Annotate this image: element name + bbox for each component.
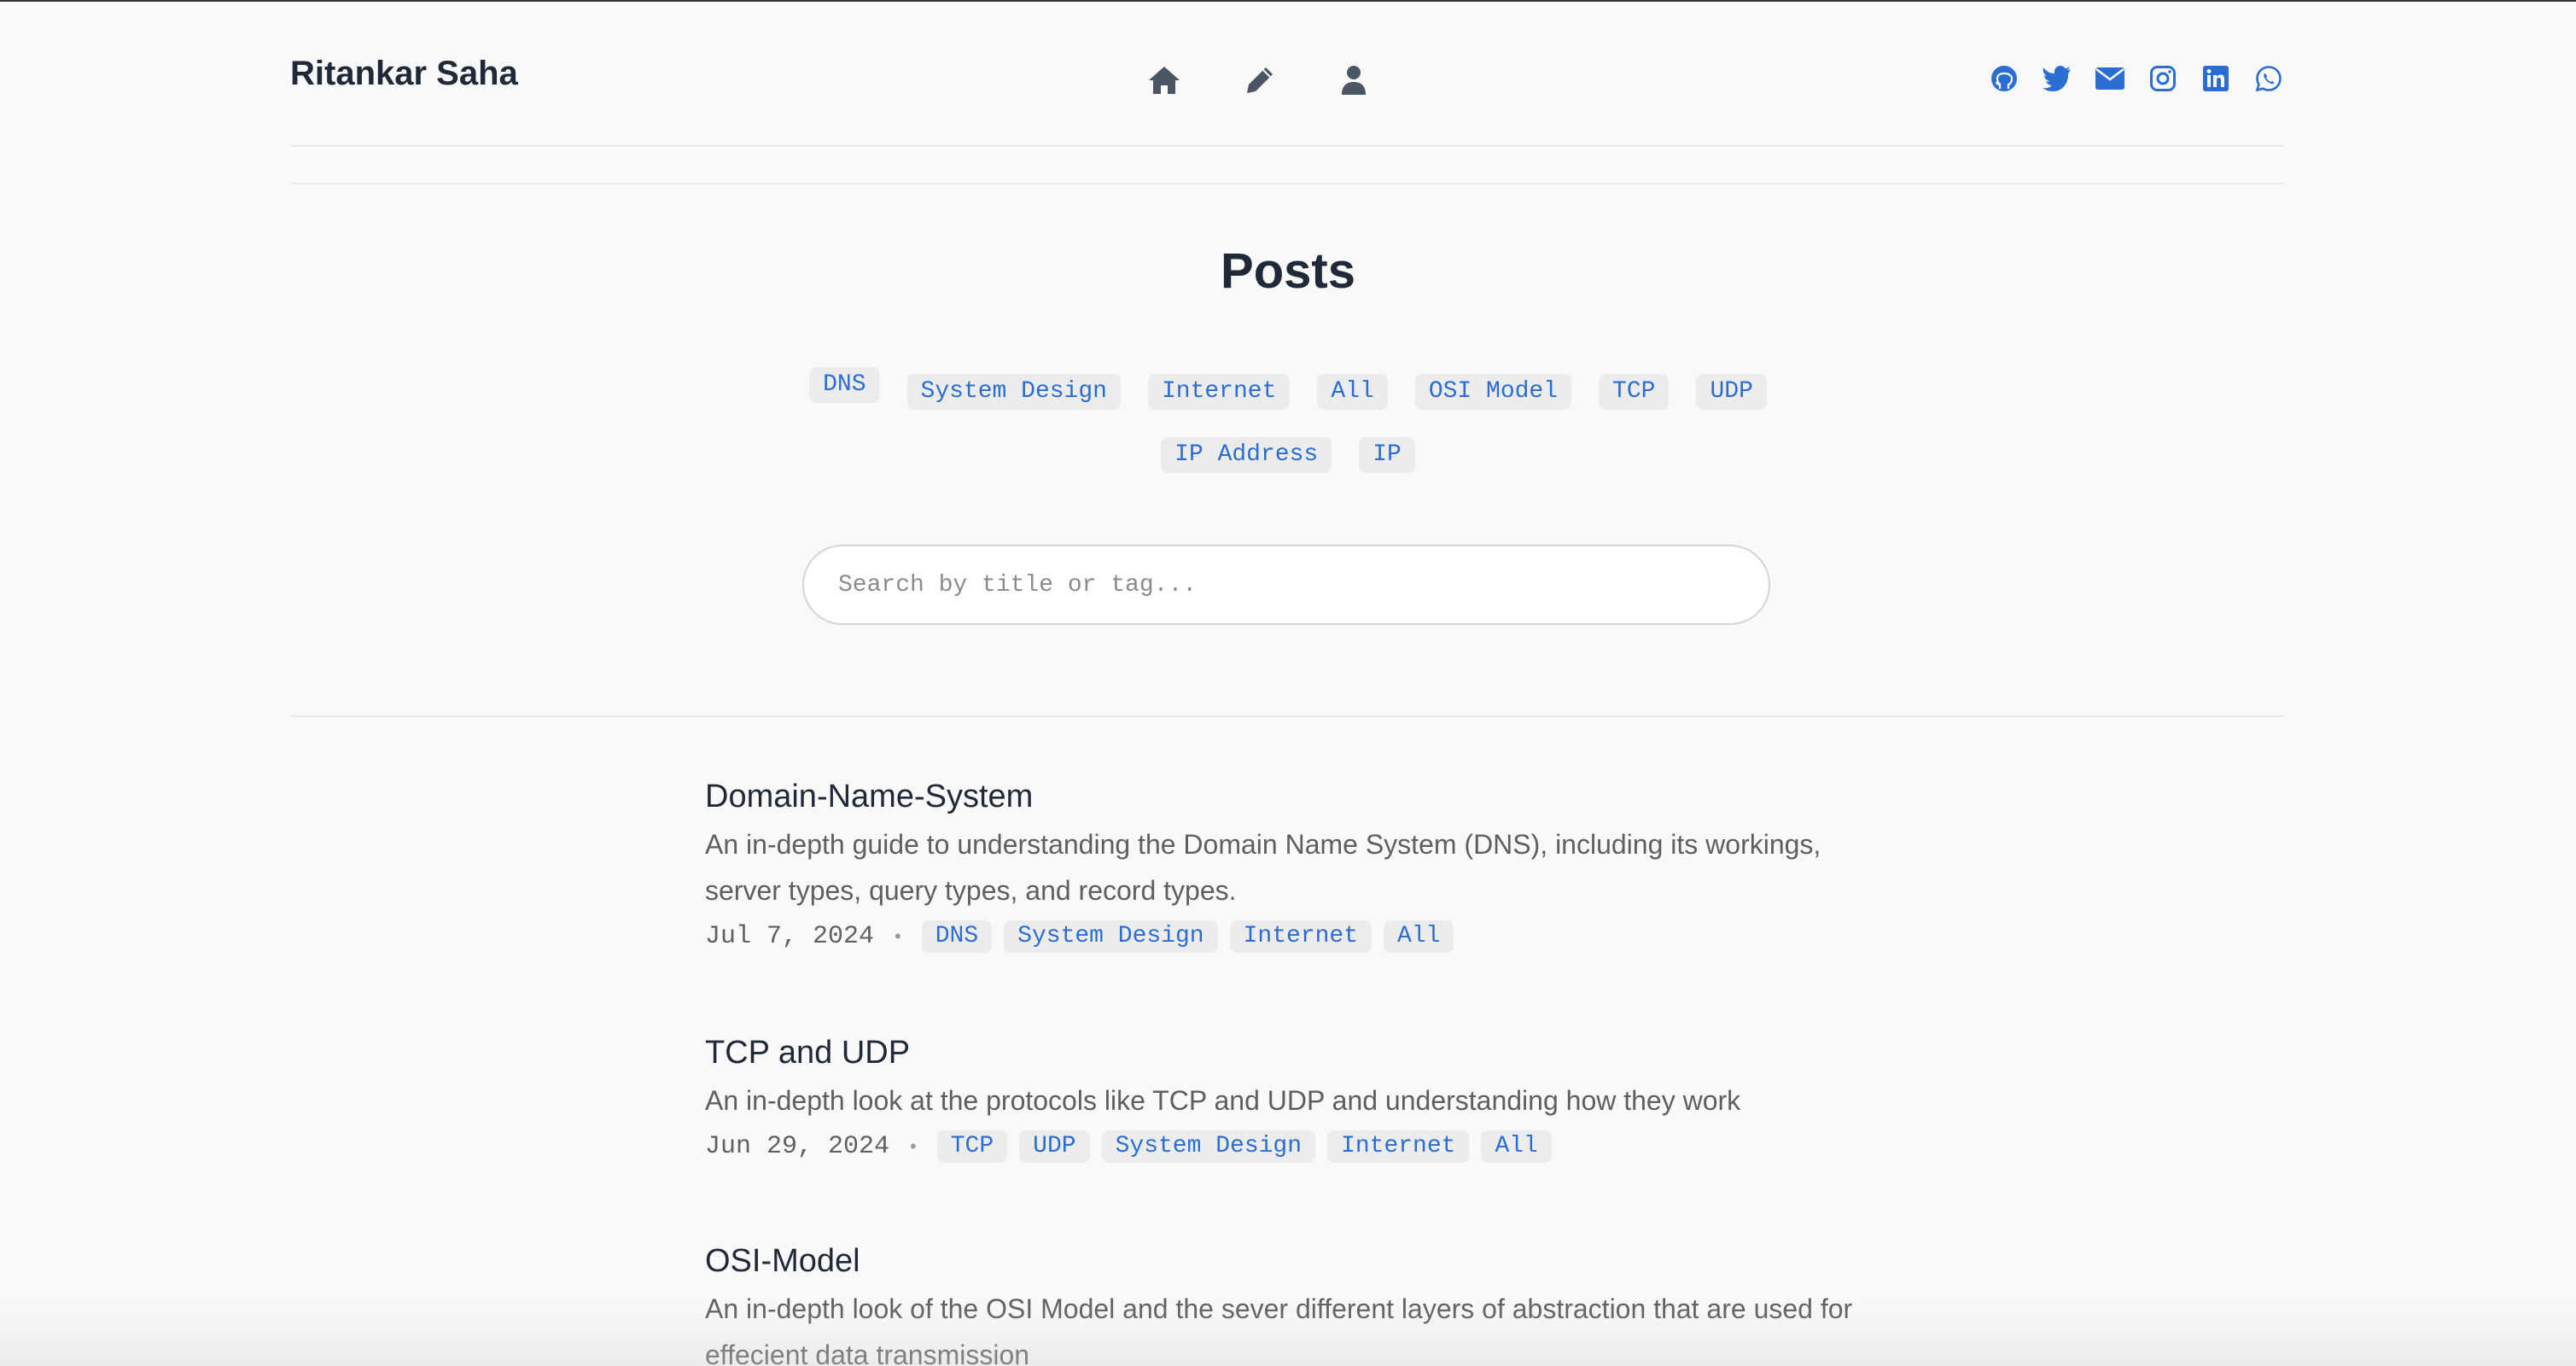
- tag-filter-row-2: IP Address IP: [0, 437, 2576, 473]
- post-tag[interactable]: UDP: [1019, 1130, 1090, 1163]
- search-input[interactable]: [802, 545, 1770, 625]
- tag-filter-internet[interactable]: Internet: [1147, 374, 1291, 410]
- github-icon[interactable]: [1989, 63, 2019, 94]
- tag-filter-ip[interactable]: IP: [1359, 437, 1415, 473]
- post-description: An in-depth look at the protocols like T…: [705, 1085, 1741, 1116]
- post-tag[interactable]: DNS: [921, 920, 993, 953]
- post-tag[interactable]: All: [1384, 920, 1454, 953]
- post-description: An in-depth look of the OSI Model and th…: [705, 1293, 1853, 1366]
- post-meta: Jul 7, 2024 • DNS System Design Internet…: [705, 920, 1883, 953]
- linkedin-icon[interactable]: [2200, 63, 2231, 94]
- main-nav: [1145, 63, 1373, 97]
- post-title[interactable]: TCP and UDP: [705, 1033, 1883, 1072]
- tag-filter-system-design[interactable]: System Design: [906, 374, 1121, 410]
- home-icon[interactable]: [1145, 63, 1183, 97]
- post-title[interactable]: OSI-Model: [705, 1241, 1883, 1281]
- user-icon[interactable]: [1335, 63, 1373, 97]
- tag-filter-dns[interactable]: DNS: [809, 367, 880, 403]
- tag-filter-udp[interactable]: UDP: [1696, 374, 1767, 410]
- post-tag[interactable]: System Design: [1101, 1130, 1316, 1163]
- tag-filter-row-1: DNS System Design Internet All OSI Model…: [0, 367, 2576, 410]
- page-title: Posts: [1221, 243, 1355, 299]
- post-description: An in-depth guide to understanding the D…: [705, 829, 1821, 906]
- site-header: Ritankar Saha: [290, 2, 2284, 147]
- section-divider: [290, 715, 2284, 717]
- post-meta: Jun 29, 2024 • TCP UDP System Design Int…: [705, 1130, 1883, 1163]
- email-icon[interactable]: [2095, 63, 2125, 94]
- tag-filter-osi-model[interactable]: OSI Model: [1414, 374, 1572, 410]
- post-date: Jul 7, 2024: [705, 922, 875, 951]
- post-tag[interactable]: All: [1481, 1130, 1552, 1163]
- post-tag[interactable]: Internet: [1327, 1130, 1470, 1163]
- tag-filter-tcp[interactable]: TCP: [1599, 374, 1670, 410]
- post-tag[interactable]: TCP: [936, 1130, 1008, 1163]
- meta-separator: •: [895, 925, 901, 947]
- twitter-icon[interactable]: [2042, 63, 2072, 94]
- site-title[interactable]: Ritankar Saha: [290, 55, 518, 93]
- social-links: [1967, 63, 2284, 94]
- post-item-tcp-udp: TCP and UDP An in-depth look at the prot…: [705, 1033, 1883, 1163]
- post-tag[interactable]: System Design: [1004, 920, 1218, 953]
- post-item-osi-model: OSI-Model An in-depth look of the OSI Mo…: [705, 1241, 1883, 1366]
- meta-separator: •: [910, 1135, 917, 1157]
- pencil-icon[interactable]: [1241, 63, 1279, 97]
- post-tag[interactable]: Internet: [1229, 920, 1373, 953]
- post-title[interactable]: Domain-Name-System: [705, 777, 1883, 816]
- tag-filter-all[interactable]: All: [1317, 374, 1388, 410]
- instagram-icon[interactable]: [2148, 63, 2178, 94]
- tag-filter-ip-address[interactable]: IP Address: [1161, 437, 1332, 473]
- header-divider: [290, 183, 2284, 184]
- whatsapp-icon[interactable]: [2253, 63, 2284, 94]
- post-item-dns: Domain-Name-System An in-depth guide to …: [705, 777, 1883, 953]
- post-date: Jun 29, 2024: [705, 1132, 890, 1161]
